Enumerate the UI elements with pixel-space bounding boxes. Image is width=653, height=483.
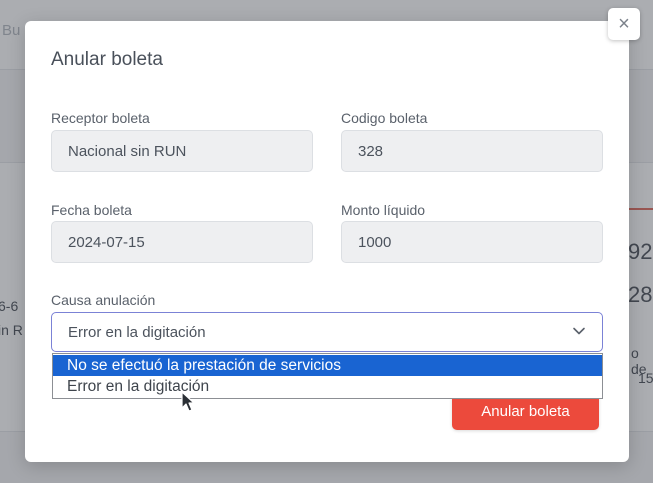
- causa-label: Causa anulación: [51, 292, 156, 308]
- anular-boleta-modal: Anular boleta Receptor boleta Nacional s…: [25, 21, 629, 462]
- monto-value: 1000: [358, 233, 392, 251]
- modal-title: Anular boleta: [51, 49, 163, 70]
- codigo-value: 328: [358, 142, 384, 160]
- receptor-field[interactable]: Nacional sin RUN: [51, 130, 313, 172]
- dropdown-option-no-prestacion[interactable]: No se efectuó la prestación de servicios: [53, 355, 602, 376]
- close-icon: ×: [618, 12, 630, 35]
- monto-field[interactable]: 1000: [341, 221, 603, 263]
- dropdown-option-error-digitacion[interactable]: Error en la digitación: [53, 376, 602, 397]
- codigo-label: Codigo boleta: [341, 110, 428, 126]
- causa-selected-value: Error en la digitación: [68, 323, 206, 341]
- receptor-value: Nacional sin RUN: [68, 142, 187, 160]
- monto-label: Monto líquido: [341, 202, 426, 218]
- codigo-field[interactable]: 328: [341, 130, 603, 172]
- fecha-field[interactable]: 2024-07-15: [51, 221, 313, 263]
- fecha-value: 2024-07-15: [68, 233, 145, 251]
- causa-select[interactable]: Error en la digitación: [51, 312, 603, 352]
- fecha-label: Fecha boleta: [51, 202, 132, 218]
- receptor-label: Receptor boleta: [51, 110, 150, 126]
- mouse-cursor-icon: [181, 391, 195, 412]
- causa-dropdown-list: No se efectuó la prestación de servicios…: [52, 353, 603, 399]
- chevron-down-icon: [573, 327, 585, 335]
- close-button[interactable]: ×: [608, 8, 640, 40]
